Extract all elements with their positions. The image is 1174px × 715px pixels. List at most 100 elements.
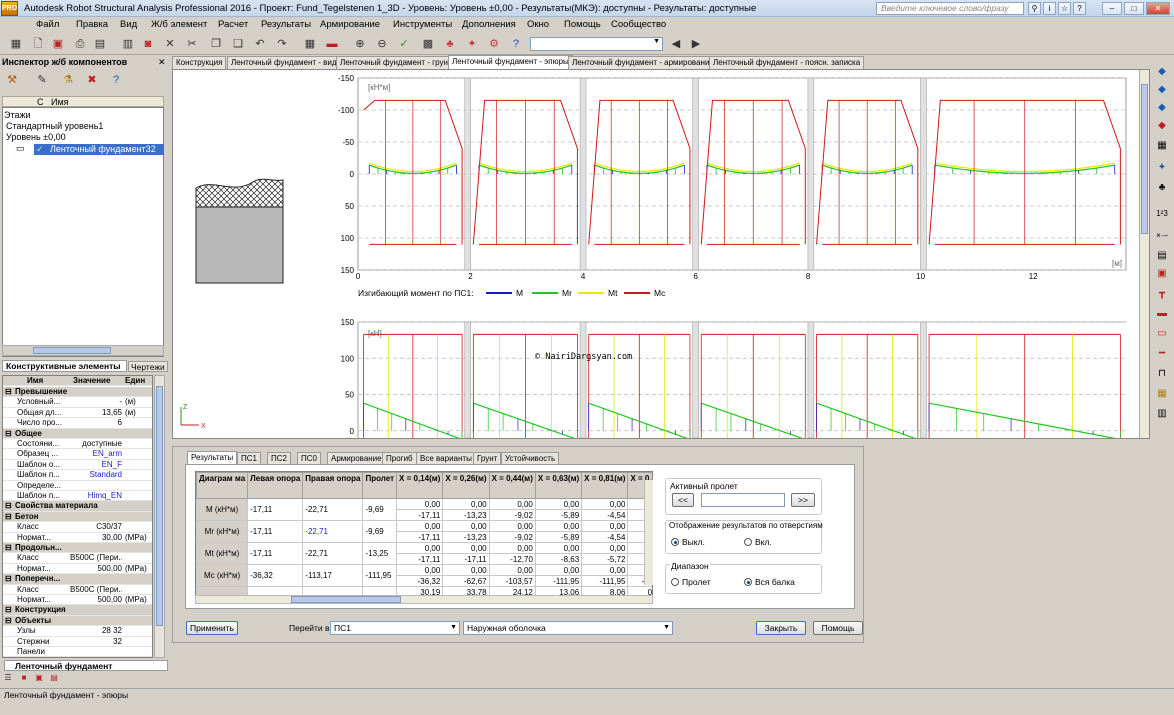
red-tool-icon-1[interactable]: ■ [18, 672, 30, 684]
new-file-icon[interactable]: 🗋 [30, 36, 46, 52]
help-search-input[interactable]: Введите ключевое слово/фразу [876, 2, 1024, 15]
zoom-out-icon[interactable]: ⊖ [374, 36, 390, 52]
display-icon[interactable]: ▩ [420, 36, 436, 52]
prop-value[interactable]: Himq_EN [70, 491, 122, 501]
prop-row[interactable]: Образец ... EN_arm [3, 449, 152, 460]
tab-soil[interactable]: Грунт [473, 452, 502, 464]
rt-tool-12-icon[interactable]: ▭ [1154, 327, 1170, 341]
prop-row[interactable]: Шаблон о... EN_F [3, 460, 152, 471]
grid-icon[interactable]: ▦ [8, 36, 24, 52]
calc-icon[interactable]: ▬ [324, 36, 340, 52]
range-whole-radio[interactable] [744, 578, 752, 586]
canvas-scroll-thumb[interactable] [1141, 84, 1148, 234]
red-tool-icon-2[interactable]: ▣ [33, 672, 45, 684]
prop-value[interactable]: Standard [70, 470, 122, 480]
help-tool-icon[interactable]: ? [108, 72, 124, 88]
section-icon[interactable]: ✦ [464, 36, 480, 52]
prop-value[interactable]: 28 32 [70, 626, 122, 636]
rt-tool-15-icon[interactable]: ▦ [1154, 387, 1170, 401]
prop-category[interactable]: ⊟ Продольн... [3, 543, 152, 554]
prop-value[interactable]: EN_arm [70, 449, 122, 459]
red-tool-icon-3[interactable]: ▤ [48, 672, 60, 684]
delete-tool-icon[interactable]: ✖ [84, 72, 100, 88]
rt-tool-4-icon[interactable]: ◆ [1154, 119, 1170, 133]
prop-row[interactable]: Общая дл... 13,65 (м) [3, 408, 152, 419]
prop-row[interactable]: Нормат... 30,00 (MPa) [3, 533, 152, 543]
menu-analysis[interactable]: Расчет [218, 19, 248, 30]
tab-reinforcement[interactable]: Армирование [327, 452, 386, 464]
table-icon[interactable]: ▦ [302, 36, 318, 52]
layout-icon[interactable]: ▥ [120, 36, 136, 52]
close-button[interactable]: Закрыть [756, 621, 806, 635]
next-icon[interactable]: ▶ [688, 36, 704, 52]
menu-results[interactable]: Результаты [261, 19, 311, 30]
prop-value[interactable]: 30,00 [70, 533, 122, 543]
openings-off-radio[interactable] [671, 538, 679, 546]
prop-value[interactable]: 13,65 [70, 408, 122, 418]
paste-icon[interactable]: ❏ [230, 36, 246, 52]
prev-span-button[interactable]: << [672, 493, 694, 507]
rt-tool-16-icon[interactable]: ▥ [1154, 407, 1170, 421]
tab-structure[interactable]: Конструкция [172, 56, 227, 69]
prop-row[interactable]: Узлы 28 32 [3, 626, 152, 637]
prop-value[interactable]: B500C (Пери... [70, 553, 122, 563]
rt-numbers-icon[interactable]: 1²3 [1154, 207, 1170, 221]
rt-tool-5-icon[interactable]: ▦ [1154, 139, 1170, 153]
redo-icon[interactable]: ↷ [274, 36, 290, 52]
tab-lc2[interactable]: ПС2 [267, 452, 291, 464]
help-icon[interactable]: ? [1073, 2, 1086, 15]
menu-addons[interactable]: Дополнения [462, 19, 516, 30]
prop-row[interactable]: Определе... [3, 481, 152, 491]
app-logo[interactable]: PRO [1, 1, 18, 16]
prop-category[interactable]: ⊟ Объекты [3, 615, 152, 627]
screen-capture-icon[interactable]: ◙ [140, 36, 156, 52]
rt-tool-11-icon[interactable]: ▬ [1154, 307, 1170, 321]
select-icon[interactable]: ✓ [396, 36, 412, 52]
menu-tools[interactable]: Инструменты [393, 19, 452, 30]
help-icon-toolbar[interactable]: ? [508, 36, 524, 52]
cut-icon[interactable]: ✂ [184, 36, 200, 52]
rt-tool-9-icon[interactable]: ▣ [1154, 267, 1170, 281]
prop-row[interactable]: Шаблон п... Himq_EN [3, 491, 152, 502]
inspector-tool-icon[interactable]: ⚒ [4, 72, 20, 88]
tree-node-floors[interactable]: Этажи [4, 110, 31, 120]
minimize-icon[interactable]: – [1102, 2, 1122, 15]
menu-help[interactable]: Помощь [564, 19, 601, 30]
delete-icon[interactable]: ✕ [162, 36, 178, 52]
tab-structural-elements[interactable]: Конструктивные элементы [2, 360, 127, 372]
prop-category[interactable]: ⊟ Конструкция [3, 605, 152, 616]
rt-tool-3-icon[interactable]: ◆ [1154, 101, 1170, 115]
diagram-canvas[interactable]: -150 -100 -50 0 50 100 150 0 2 4 6 8 10 12 [кН*м] [м] Из… [172, 69, 1150, 439]
tab-foundation-soil[interactable]: Ленточный фундамент - грунт [336, 56, 456, 69]
rt-tool-1-icon[interactable]: ◆ [1154, 65, 1170, 79]
prop-row[interactable]: Класс B500C (Пери... [3, 585, 152, 595]
tree-node-level[interactable]: Уровень ±0,00 [6, 132, 66, 142]
settings-icon[interactable]: ⚙ [486, 36, 502, 52]
prop-category[interactable]: ⊟ Поперечн... [3, 574, 152, 585]
prop-value[interactable]: B500C (Пери... [70, 585, 122, 595]
copy-icon[interactable]: ❐ [208, 36, 224, 52]
table-scroll-thumb[interactable] [291, 596, 401, 603]
load-icon[interactable]: ♣ [442, 36, 458, 52]
prop-category[interactable]: ⊟ Свойства материала [3, 501, 152, 512]
prop-row[interactable]: Число про... 6 [3, 418, 152, 429]
prop-scroll-thumb[interactable] [156, 386, 163, 626]
tab-strip-foundation[interactable]: Ленточный фундамент [4, 660, 168, 671]
scroll-thumb[interactable] [33, 347, 111, 354]
prop-value[interactable]: 500,00 [70, 564, 122, 574]
menu-window[interactable]: Окно [527, 19, 549, 30]
prop-row[interactable]: Стержни 32 [3, 637, 152, 647]
menu-reinforcement[interactable]: Армирование [320, 19, 380, 30]
prop-value[interactable]: C30/37 [70, 522, 122, 532]
prop-row[interactable]: Класс B500C (Пери... [3, 553, 152, 564]
search-icon[interactable]: ⚲ [1028, 2, 1041, 15]
rt-tool-6-icon[interactable]: ✦ [1154, 161, 1170, 175]
list-icon[interactable]: ☰ [2, 672, 14, 684]
canvas-vscrollbar[interactable] [1139, 70, 1149, 438]
undo-icon[interactable]: ↶ [252, 36, 268, 52]
prop-row[interactable]: Состояни... доступные [3, 439, 152, 450]
prop-category[interactable]: ⊟ Общее [3, 428, 152, 439]
zoom-in-icon[interactable]: ⊕ [352, 36, 368, 52]
print-icon[interactable]: ⎙ [72, 36, 88, 52]
print-preview-icon[interactable]: ▤ [92, 36, 108, 52]
